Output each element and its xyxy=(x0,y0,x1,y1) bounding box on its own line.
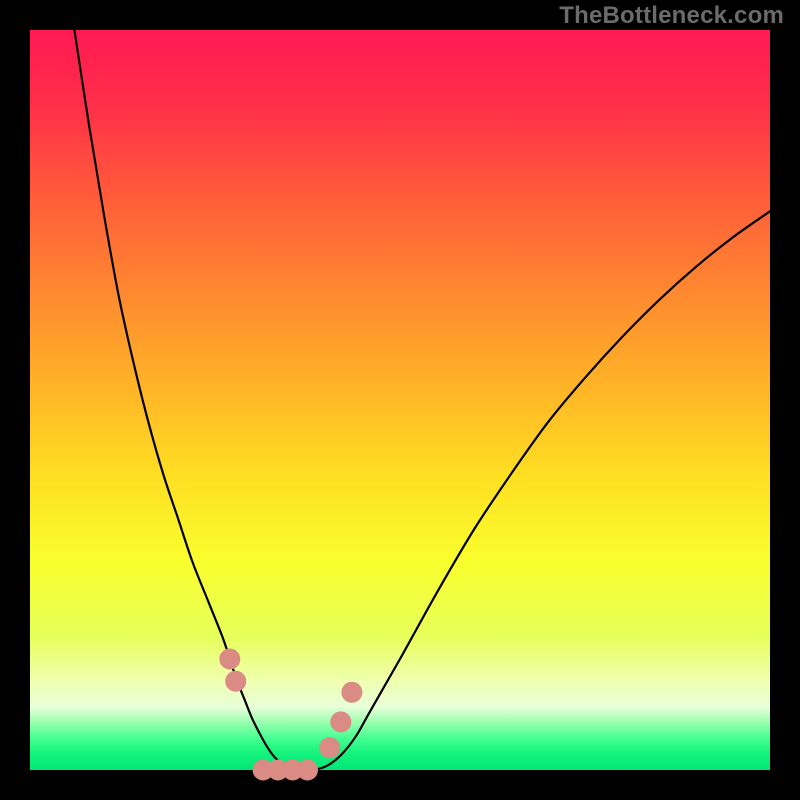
bottleneck-chart xyxy=(0,0,800,800)
data-marker xyxy=(342,682,362,702)
data-marker xyxy=(220,649,240,669)
chart-frame: TheBottleneck.com xyxy=(0,0,800,800)
data-marker xyxy=(298,760,318,780)
data-marker xyxy=(320,738,340,758)
data-marker xyxy=(331,712,351,732)
data-marker xyxy=(226,671,246,691)
